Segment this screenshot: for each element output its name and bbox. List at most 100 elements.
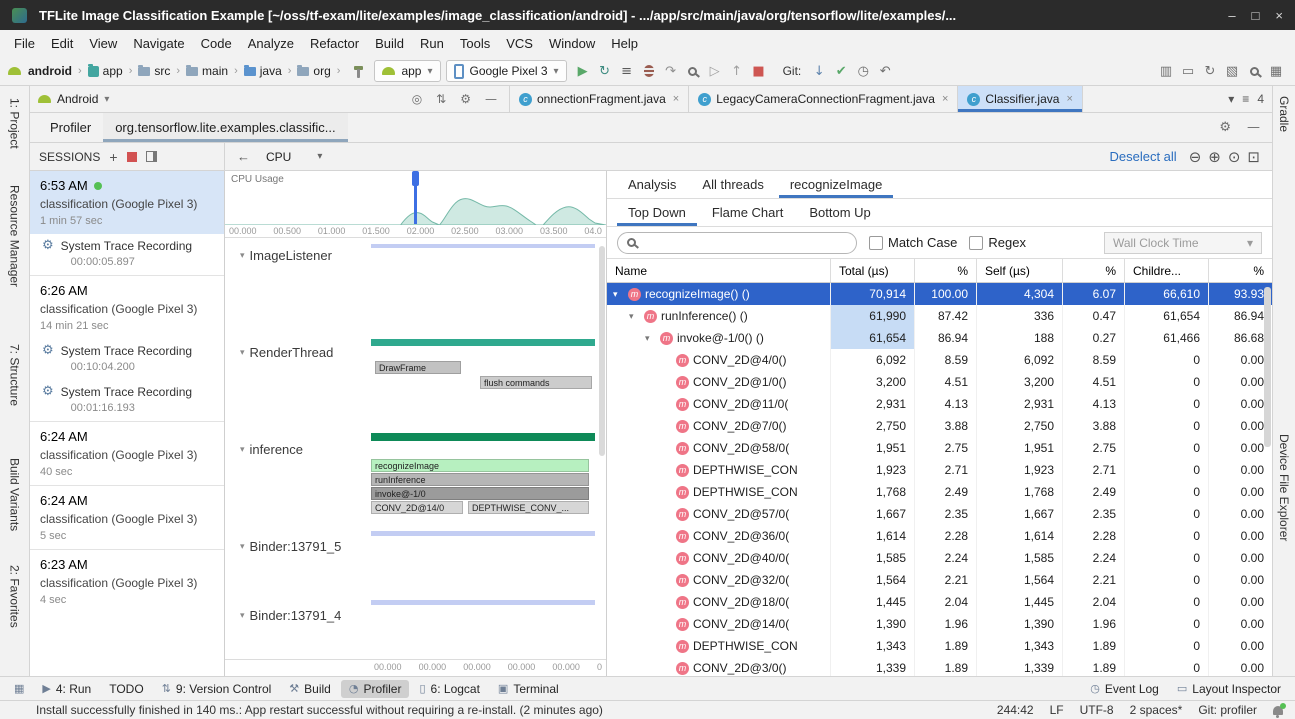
collapse-sessions-icon[interactable] — [146, 151, 157, 162]
tab-all-threads[interactable]: All threads — [691, 171, 774, 198]
menu-navigate[interactable]: Navigate — [125, 33, 192, 54]
scrollbar-thumb[interactable] — [1264, 287, 1271, 447]
table-row[interactable]: mCONV_2D@4/0()6,0928.596,0928.5900.00 — [607, 349, 1272, 371]
trace-span-depthwise[interactable]: DEPTHWISE_CONV_... — [468, 501, 589, 514]
thread-binder5[interactable]: ▾ Binder:13791_5 — [225, 539, 369, 554]
column-header-4-[interactable]: % — [1062, 259, 1124, 282]
session-recording[interactable]: ⚙System Trace Recording00:01:16.193 — [30, 380, 224, 421]
tab-recognizeimage[interactable]: recognizeImage — [779, 171, 894, 198]
hidden-tabs-icon[interactable]: ≡ — [1242, 92, 1249, 106]
breadcrumb-org[interactable]: org — [295, 63, 332, 79]
table-row[interactable]: ▾mrecognizeImage() ()70,914100.004,3046.… — [607, 283, 1272, 305]
stop-recording-button[interactable] — [127, 152, 137, 162]
breadcrumb-android[interactable]: android — [26, 63, 74, 79]
table-row[interactable]: mCONV_2D@14/0(1,3901.961,3901.9600.00 — [607, 613, 1272, 635]
project-view-selector[interactable]: Android — [57, 92, 98, 106]
session-item[interactable]: 6:53 AMclassification (Google Pixel 3)1 … — [30, 171, 224, 234]
breadcrumb-main[interactable]: main — [184, 63, 230, 79]
filter-searchbox[interactable] — [617, 232, 857, 254]
device-select[interactable]: Google Pixel 3 ▾ — [446, 60, 567, 82]
project-tool-header[interactable]: Android ▾ ◎ ⇅ ⚙ — — [30, 86, 510, 112]
table-scrollbar[interactable] — [1262, 285, 1271, 674]
add-session-button[interactable]: + — [109, 149, 117, 165]
column-header-1-total-s[interactable]: Total (µs) — [830, 259, 914, 282]
stop-button[interactable]: ■ — [748, 60, 770, 82]
column-header-6-[interactable]: % — [1208, 259, 1272, 282]
tool-button-build[interactable]: ⚒Build — [281, 680, 339, 698]
collapse-icon[interactable]: ▾ — [240, 541, 245, 552]
menu-help[interactable]: Help — [603, 33, 646, 54]
trace-span-recognizeimage[interactable]: recognizeImage — [371, 459, 589, 472]
tool-button-event-log[interactable]: ◷Event Log — [1082, 680, 1167, 698]
table-row[interactable]: mCONV_2D@32/0(1,5642.211,5642.2100.00 — [607, 569, 1272, 591]
table-row[interactable]: mCONV_2D@36/0(1,6142.281,6142.2800.00 — [607, 525, 1272, 547]
table-row[interactable]: mCONV_2D@18/0(1,4452.041,4452.0400.00 — [607, 591, 1272, 613]
hide-panel-icon[interactable]: — — [485, 92, 497, 106]
tool-stripe-resource-manager[interactable]: Resource Manager — [6, 179, 24, 293]
search-input[interactable] — [644, 236, 847, 250]
table-row[interactable]: mDEPTHWISE_CON1,3431.891,3431.8900.00 — [607, 635, 1272, 657]
tab-flame-chart[interactable]: Flame Chart — [701, 199, 795, 226]
menu-analyze[interactable]: Analyze — [240, 33, 302, 54]
debug-button[interactable] — [638, 60, 660, 82]
table-row[interactable]: mCONV_2D@1/0()3,2004.513,2004.5100.00 — [607, 371, 1272, 393]
expand-arrow-icon[interactable]: ▾ — [613, 289, 624, 300]
run-config-select[interactable]: app ▾ — [374, 60, 440, 82]
timeline-selection-marker[interactable] — [414, 171, 417, 224]
editor-tab-legacycameraconnectionfragment-java[interactable]: cLegacyCameraConnectionFragment.java× — [689, 86, 958, 112]
tab-profiler-session[interactable]: org.tensorflow.lite.examples.classific..… — [103, 113, 347, 142]
thread-inference[interactable]: ▾ inference — [225, 442, 369, 457]
tab-analysis[interactable]: Analysis — [617, 171, 687, 198]
cpu-usage-chart[interactable]: CPU Usage 00.00000.50001.00001.50002.000… — [225, 171, 606, 238]
zoom-in-icon[interactable]: ⊕ — [1208, 148, 1221, 166]
menu-file[interactable]: File — [6, 33, 43, 54]
caret-position-widget[interactable]: 244:42 — [997, 703, 1034, 717]
breadcrumb-app[interactable]: app — [86, 63, 125, 79]
attach-debugger-button[interactable]: ↷ — [660, 60, 682, 82]
tool-stripe-2-favorites[interactable]: 2: Favorites — [6, 559, 24, 634]
close-button[interactable]: × — [1275, 8, 1283, 23]
menu-refactor[interactable]: Refactor — [302, 33, 367, 54]
menu-window[interactable]: Window — [541, 33, 603, 54]
notifications-bell-icon[interactable] — [1273, 706, 1283, 715]
project-structure-button[interactable]: ▦ — [1265, 60, 1287, 82]
apply-changes-button[interactable]: ↻ — [594, 60, 616, 82]
menu-vcs[interactable]: VCS — [498, 33, 541, 54]
run-button[interactable]: ▶ — [572, 60, 594, 82]
table-row[interactable]: mCONV_2D@11/0(2,9314.132,9314.1300.00 — [607, 393, 1272, 415]
tool-button-logcat[interactable]: ▯6: Logcat — [411, 680, 487, 698]
column-header-5-childre[interactable]: Childre... — [1124, 259, 1208, 282]
stage-select[interactable]: CPU ▾ — [260, 148, 328, 166]
table-row[interactable]: ▾mrunInference() ()61,99087.423360.4761,… — [607, 305, 1272, 327]
thread-activity-bar[interactable] — [371, 531, 595, 536]
session-recording[interactable]: ⚙System Trace Recording00:10:04.200 — [30, 339, 224, 380]
editor-tab-onnectionfragment-java[interactable]: connectionFragment.java× — [510, 86, 689, 112]
thread-activity-bar[interactable] — [371, 433, 595, 441]
hidden-tabs-dropdown-icon[interactable]: ▾ — [1228, 92, 1234, 106]
device-manager-button[interactable]: ▥ — [1155, 60, 1177, 82]
search-everywhere-button[interactable] — [1243, 60, 1265, 82]
run-disabled-icon[interactable]: ▷ — [704, 60, 726, 82]
menu-view[interactable]: View — [81, 33, 125, 54]
git-update-button[interactable]: ↓ — [808, 60, 830, 82]
table-row[interactable]: mCONV_2D@40/0(1,5852.241,5852.2400.00 — [607, 547, 1272, 569]
close-tab-icon[interactable]: × — [1066, 93, 1072, 105]
build-hammer-button[interactable] — [347, 60, 369, 82]
trace-span-invoke[interactable]: invoke@-1/0 — [371, 487, 589, 500]
back-button[interactable]: ← — [237, 149, 250, 164]
indent-widget[interactable]: 2 spaces* — [1130, 703, 1183, 717]
zoom-out-icon[interactable]: ⊖ — [1189, 148, 1202, 166]
column-header-2-[interactable]: % — [914, 259, 976, 282]
tool-button-run[interactable]: ▶4: Run — [34, 680, 99, 698]
thread-activity-bar[interactable] — [371, 339, 595, 346]
close-tab-icon[interactable]: × — [673, 93, 679, 105]
thread-binder4[interactable]: ▾ Binder:13791_4 — [225, 608, 369, 623]
close-tab-icon[interactable]: × — [942, 93, 948, 105]
trace-span-runinference[interactable]: runInference — [371, 473, 589, 486]
tool-button-terminal[interactable]: ▣Terminal — [490, 680, 567, 698]
vcs-branch-widget[interactable]: Git: profiler — [1198, 703, 1257, 717]
collapse-icon[interactable]: ▾ — [240, 347, 245, 358]
tool-stripe-build-variants[interactable]: Build Variants — [6, 452, 24, 537]
zoom-to-selection-icon[interactable]: ⊡ — [1247, 148, 1260, 166]
match-case-checkbox[interactable]: Match Case — [869, 235, 957, 250]
